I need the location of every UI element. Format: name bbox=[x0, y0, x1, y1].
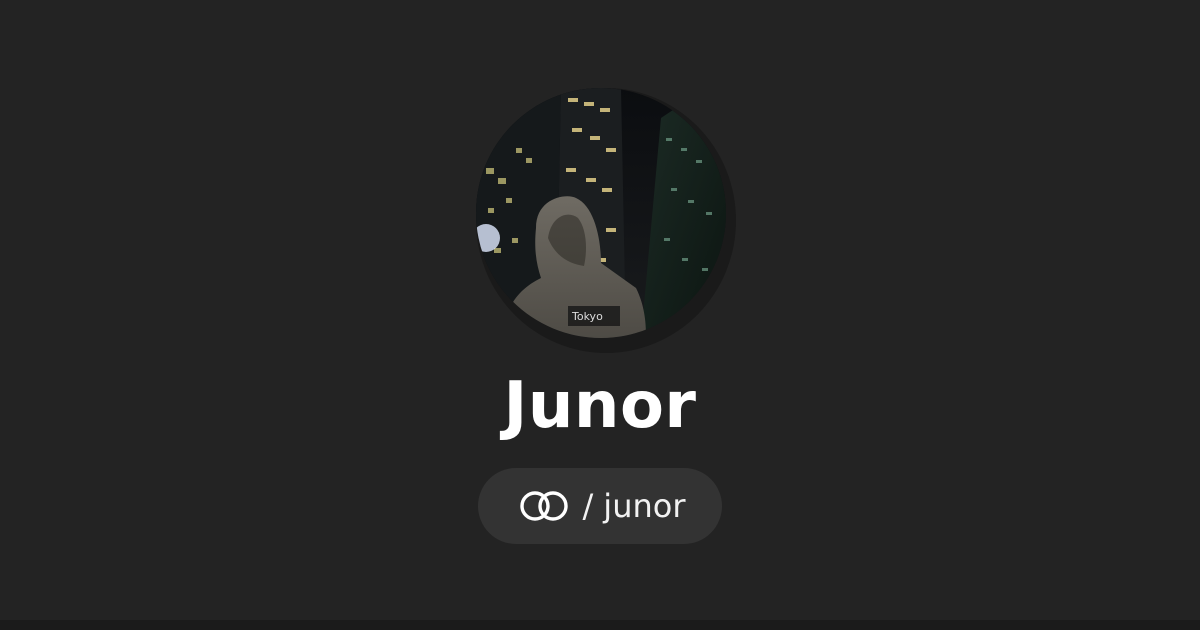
svg-text:Tokyo: Tokyo bbox=[571, 310, 603, 323]
profile-avatar: Tokyo bbox=[476, 88, 726, 338]
display-name: Junor bbox=[503, 369, 697, 443]
handle-text: junor bbox=[603, 487, 686, 525]
profile-photo-icon: Tokyo bbox=[476, 88, 726, 338]
linked-rings-icon bbox=[519, 491, 568, 521]
handle-separator: / bbox=[582, 487, 594, 525]
profile-handle-pill[interactable]: / junor bbox=[478, 468, 722, 544]
bottom-bar bbox=[0, 620, 1200, 630]
